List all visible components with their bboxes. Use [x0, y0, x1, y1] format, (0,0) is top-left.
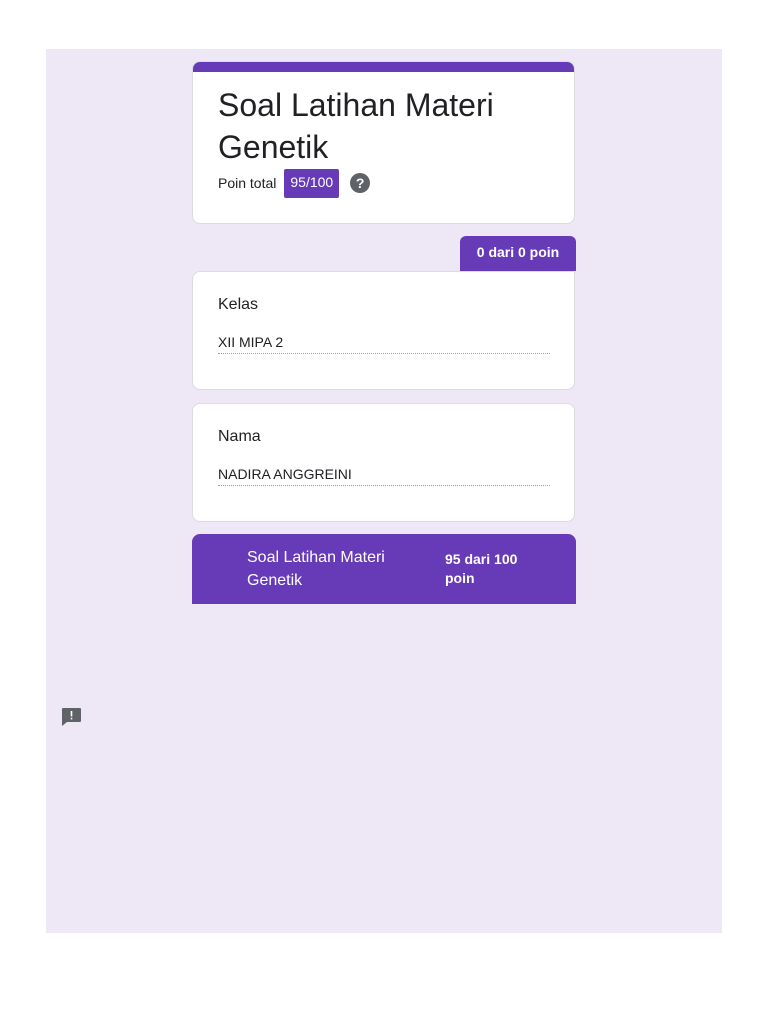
question-label: Kelas — [218, 296, 259, 313]
accent-bar — [193, 62, 574, 72]
question-card-kelas: Kelas XII MIPA 2 — [192, 271, 575, 390]
form-header-card: Soal Latihan Materi Genetik Poin total 9… — [192, 61, 575, 224]
question-label: Nama — [218, 428, 261, 445]
points-badge: 95/100 — [284, 168, 340, 198]
form-title: Soal Latihan Materi Genetik — [218, 87, 494, 165]
score-summary-title: Soal Latihan Materi Genetik — [247, 549, 385, 589]
section-score-tab: 0 dari 0 poin — [460, 236, 576, 271]
score-summary-value: 95 dari 100 poin — [445, 551, 518, 586]
answer-field: NADIRA ANGGREINI — [218, 466, 550, 486]
score-summary-bar: Soal Latihan Materi Genetik 95 dari 100 … — [192, 534, 576, 604]
report-feedback-icon[interactable] — [61, 707, 82, 727]
points-row: Poin total 95/100 ? — [218, 168, 371, 198]
question-card-nama: Nama NADIRA ANGGREINI — [192, 403, 575, 522]
answer-field: XII MIPA 2 — [218, 334, 550, 354]
help-icon[interactable]: ? — [350, 173, 371, 193]
points-label: Poin total — [218, 175, 277, 191]
